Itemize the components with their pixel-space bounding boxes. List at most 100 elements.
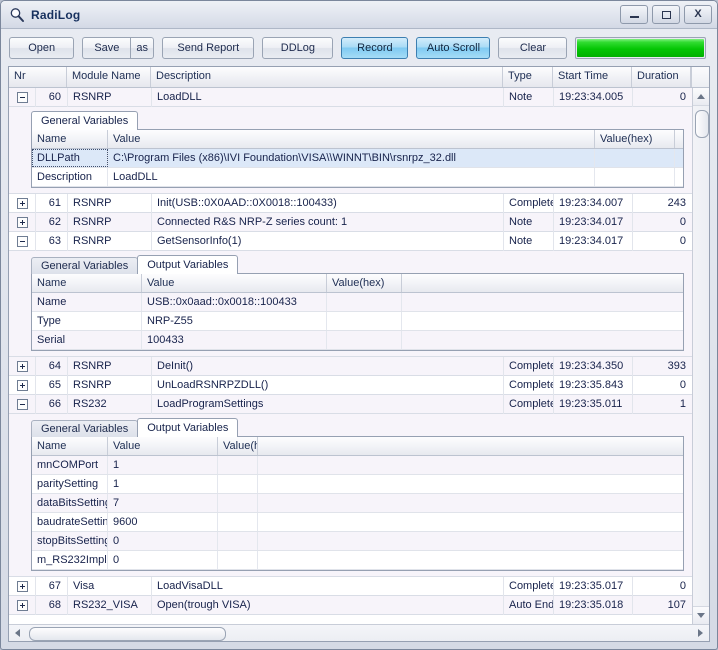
detail-row[interactable]: Description LoadDLL <box>32 168 683 187</box>
detail-row[interactable]: baudrateSetting 9600 <box>32 513 683 532</box>
cell-start-time: 19:23:35.011 <box>554 394 633 414</box>
table-row[interactable]: 60 RSNRP LoadDLL Note 19:23:34.005 0 <box>9 88 692 107</box>
detail-row[interactable]: paritySetting 1 <box>32 475 683 494</box>
detail-row[interactable]: dataBitsSetting 7 <box>32 494 683 513</box>
detail-row[interactable]: stopBitsSetting 0 <box>32 532 683 551</box>
save-button[interactable]: Save <box>82 36 131 59</box>
minimize-icon <box>629 16 639 18</box>
expand-icon[interactable] <box>16 197 28 209</box>
row-expander-cell[interactable] <box>9 394 36 414</box>
expand-icon[interactable] <box>16 360 28 372</box>
detail-cell-filler <box>258 532 683 550</box>
tab-output-variables[interactable]: Output Variables <box>137 418 239 437</box>
detail-column-header[interactable]: Name <box>32 437 108 455</box>
row-expander-cell[interactable] <box>9 212 36 232</box>
detail-column-header[interactable]: Value <box>108 437 218 455</box>
cell-module-name: RS232 <box>68 394 152 414</box>
expand-icon[interactable] <box>16 580 28 592</box>
table-row[interactable]: 63 RSNRP GetSensorInfo(1) Note 19:23:34.017 0 <box>9 231 692 251</box>
expand-icon[interactable] <box>16 599 28 611</box>
row-expander-cell[interactable] <box>9 193 36 213</box>
send-report-button[interactable]: Send Report <box>162 36 255 59</box>
detail-cell-value: 9600 <box>108 513 218 531</box>
table-row[interactable]: 68 RS232_VISA Open(trough VISA) Auto End 19:… <box>9 595 692 615</box>
detail-cell-value: 7 <box>108 494 218 512</box>
detail-column-header[interactable]: Name <box>32 274 142 292</box>
cell-type: Note <box>504 212 554 232</box>
detail-header-row: NameValueValue(hex) <box>32 130 683 149</box>
detail-column-header[interactable]: Name <box>32 130 108 148</box>
tab-general-variables[interactable]: General Variables <box>31 257 139 274</box>
scroll-right-button[interactable] <box>692 625 709 641</box>
detail-row[interactable]: Type NRP-Z55 <box>32 312 683 331</box>
collapse-icon[interactable] <box>16 91 28 103</box>
row-expander-cell[interactable] <box>9 576 36 596</box>
column-header-type[interactable]: Type <box>503 67 553 87</box>
table-row[interactable]: 62 RSNRP Connected R&S NRP-Z series count:… <box>9 212 692 232</box>
cell-duration: 0 <box>679 215 686 228</box>
row-expander-cell[interactable] <box>9 356 36 376</box>
cell-module-name: RSNRP <box>68 193 152 213</box>
detail-cell-hex <box>327 331 402 349</box>
column-header-module-name[interactable]: Module Name <box>67 67 151 87</box>
auto-scroll-button[interactable]: Auto Scroll <box>416 36 491 59</box>
detail-column-header[interactable]: Value(hex) <box>595 130 675 148</box>
collapse-icon[interactable] <box>16 398 28 410</box>
detail-row[interactable]: Serial 100433 <box>32 331 683 350</box>
row-expander-cell[interactable] <box>9 595 36 615</box>
detail-cell-value: 0 <box>108 532 218 550</box>
detail-column-header[interactable]: Value(hex) <box>218 437 258 455</box>
detail-row[interactable]: mnCOMPort 1 <box>32 456 683 475</box>
row-expander-cell[interactable] <box>9 375 36 395</box>
minimize-button[interactable] <box>620 5 648 24</box>
cell-type: Complete <box>504 375 554 395</box>
open-button[interactable]: Open <box>9 36 75 59</box>
vertical-scroll-thumb[interactable] <box>695 110 709 138</box>
arrow-right-icon <box>698 629 703 637</box>
ddlog-button[interactable]: DDLog <box>262 36 334 59</box>
tab-general-variables[interactable]: General Variables <box>31 420 139 437</box>
detail-row[interactable]: Name USB::0x0aad::0x0018::100433 <box>32 293 683 312</box>
table-row[interactable]: 66 RS232 LoadProgramSettings Complete 19:23:… <box>9 394 692 414</box>
detail-cell-name: baudrateSetting <box>32 513 108 531</box>
cell-description: Open(trough VISA) <box>152 595 504 615</box>
horizontal-scroll-thumb[interactable] <box>29 627 226 641</box>
collapse-icon[interactable] <box>16 235 28 247</box>
tab-general-variables[interactable]: General Variables <box>31 111 139 130</box>
tab-output-variables[interactable]: Output Variables <box>137 255 239 274</box>
column-header-start-time[interactable]: Start Time <box>553 67 632 87</box>
cell-description: LoadProgramSettings <box>152 394 504 414</box>
row-expander-cell[interactable] <box>9 231 36 251</box>
save-as-button[interactable]: as <box>130 36 154 59</box>
vertical-scrollbar[interactable] <box>692 88 709 624</box>
detail-row[interactable]: m_RS232Implementation0 <box>32 551 683 570</box>
row-detail-panel: General Variables Output Variables Name Val… <box>9 251 692 357</box>
table-row[interactable]: 65 RSNRP UnLoadRSNRPZDLL() Complete 19:23:35… <box>9 375 692 395</box>
column-header-nr[interactable]: Nr <box>9 67 67 87</box>
scroll-left-button[interactable] <box>9 625 26 641</box>
horizontal-scrollbar[interactable] <box>9 624 709 641</box>
detail-cell-filler <box>258 456 683 474</box>
expand-icon[interactable] <box>16 216 28 228</box>
table-row[interactable]: 61 RSNRP Init(USB::0X0AAD::0X0018::100433)… <box>9 193 692 213</box>
record-button[interactable]: Record <box>341 36 409 59</box>
detail-row[interactable]: DLLPath C:\Program Files (x86)\IVI Founda… <box>32 149 683 168</box>
scroll-down-button[interactable] <box>693 606 709 624</box>
cell-duration: 0 <box>679 90 686 103</box>
detail-column-header[interactable]: Value <box>142 274 327 292</box>
column-header-description[interactable]: Description <box>151 67 503 87</box>
row-expander-cell[interactable] <box>9 88 36 107</box>
scroll-up-button[interactable] <box>693 88 709 106</box>
detail-column-header[interactable]: Value(hex) <box>327 274 402 292</box>
table-row[interactable]: 67 Visa LoadVisaDLL Complete 19:23:35.017 0 <box>9 576 692 596</box>
expand-icon[interactable] <box>16 379 28 391</box>
cell-description: GetSensorInfo(1) <box>152 231 504 251</box>
column-header-duration[interactable]: Duration <box>632 67 691 87</box>
close-button[interactable]: X <box>684 5 712 24</box>
detail-column-header[interactable]: Value <box>108 130 595 148</box>
clear-button[interactable]: Clear <box>498 36 568 59</box>
magnifier-icon <box>9 7 25 23</box>
detail-header-row: NameValueValue(hex) <box>32 274 683 293</box>
maximize-button[interactable] <box>652 5 680 24</box>
table-row[interactable]: 64 RSNRP DeInit() Complete 19:23:34.350 393 <box>9 356 692 376</box>
